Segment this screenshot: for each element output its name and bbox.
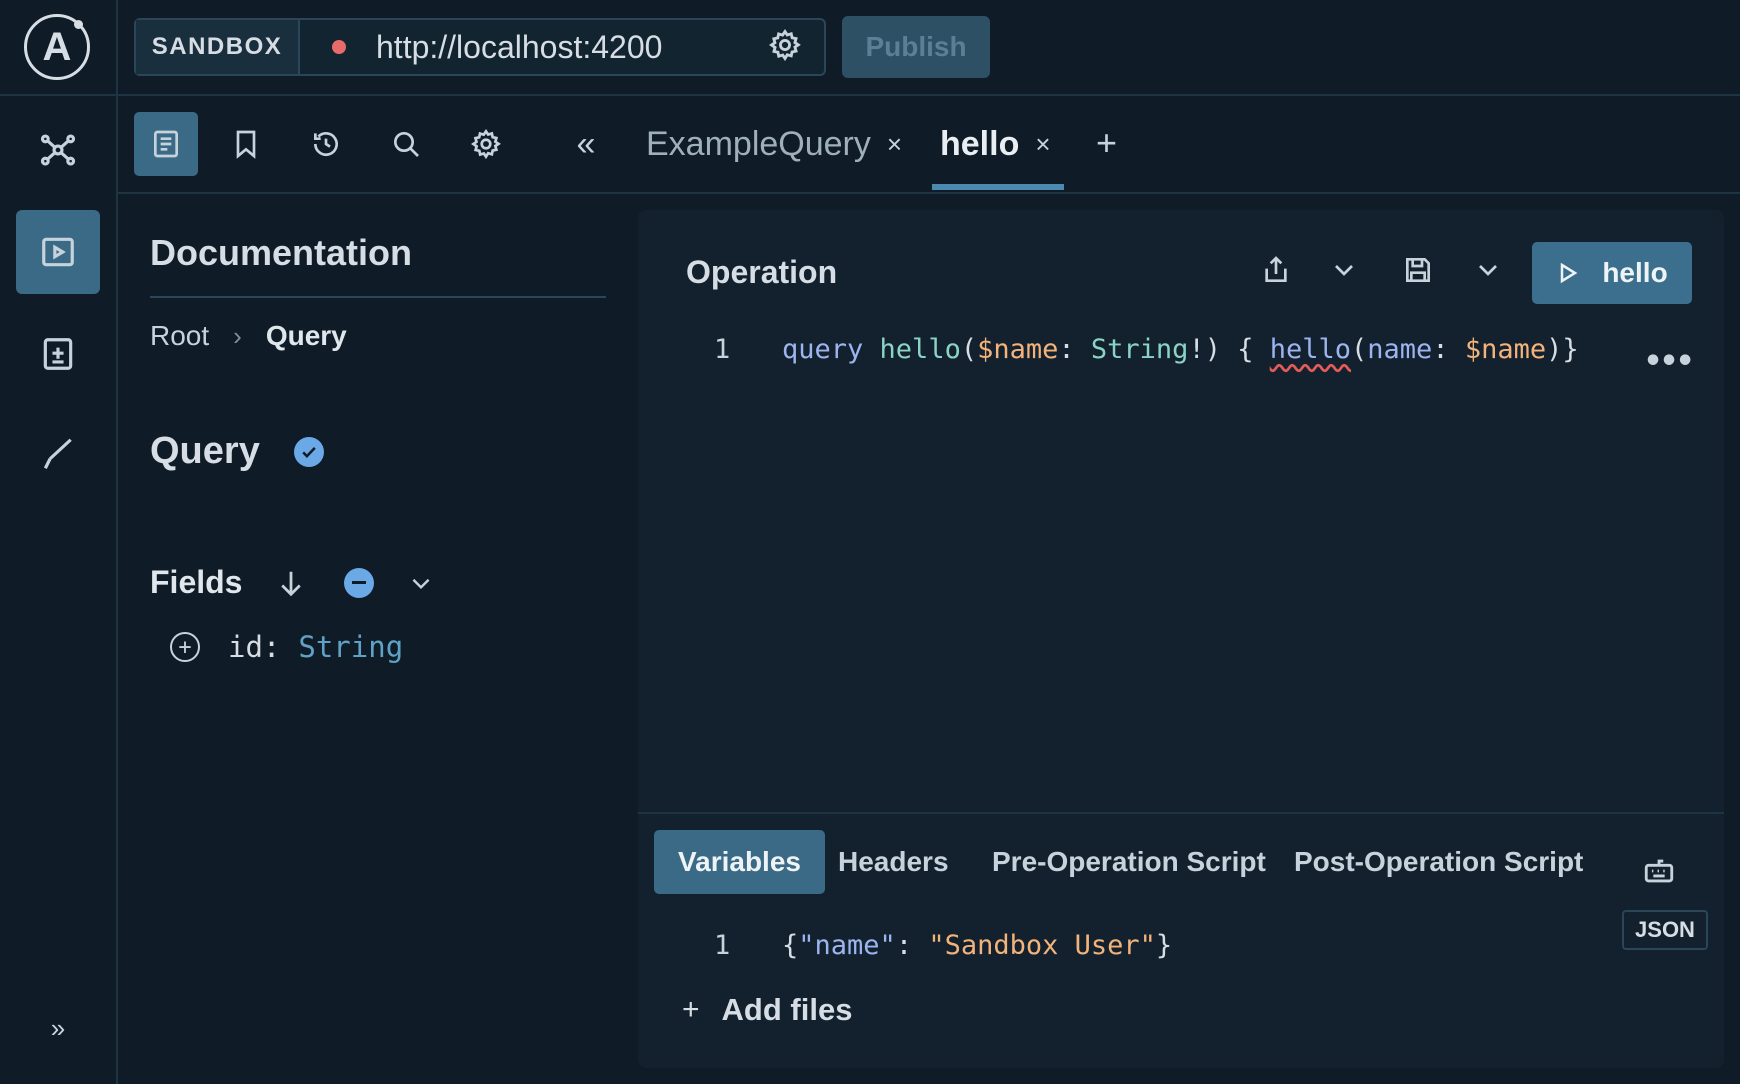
documentation-button[interactable]	[134, 112, 198, 176]
breadcrumb: Root › Query	[150, 320, 347, 352]
fields-label: Fields	[150, 564, 243, 600]
new-tab-button[interactable]: +	[1096, 122, 1117, 164]
explorer-play-icon	[42, 237, 74, 267]
divider	[150, 296, 606, 298]
active-tab-indicator	[932, 184, 1064, 190]
variables-editor[interactable]: {"name": "Sandbox User"}	[782, 930, 1172, 961]
share-chevron-down-icon[interactable]	[1328, 254, 1364, 290]
field-type[interactable]: String	[298, 630, 403, 664]
code-line: query hello($name: String!) { hello(name…	[782, 334, 1579, 365]
checkmark-icon	[43, 438, 72, 469]
tab-label: ExampleQuery	[646, 124, 871, 163]
chevron-down-icon[interactable]	[408, 570, 434, 596]
history-icon	[314, 132, 338, 156]
rail-checks-button[interactable]	[16, 312, 100, 396]
add-files-button[interactable]: + Add files	[682, 992, 852, 1028]
operation-panel: Operation hello 1 query hello($name: Str…	[638, 210, 1724, 1068]
history-button[interactable]	[294, 112, 358, 176]
tool-row: « ExampleQuery × hello × +	[118, 96, 1740, 194]
sandbox-mode-label[interactable]: SANDBOX	[136, 20, 300, 74]
tab-variables[interactable]: Variables	[654, 830, 825, 894]
run-operation-button[interactable]: hello	[1532, 242, 1692, 304]
add-field-icon[interactable]: +	[170, 632, 200, 662]
panel-title: Documentation	[150, 232, 413, 273]
tab-examplequery[interactable]: ExampleQuery ×	[646, 96, 902, 192]
field-name: id:	[228, 630, 281, 664]
settings-icon	[470, 128, 501, 160]
operation-editor[interactable]: 1 query hello($name: String!) { hello(na…	[638, 334, 1724, 883]
rail-launches-button[interactable]	[16, 412, 100, 496]
documentation-icon	[154, 130, 178, 158]
rail-divider	[0, 94, 118, 96]
documentation-panel: Documentation Root › Query Query Fields …	[118, 194, 638, 1084]
share-icon[interactable]	[1260, 254, 1296, 290]
verified-check-icon	[293, 436, 324, 467]
top-bar: SANDBOX http://localhost:4200 Publish	[118, 0, 1740, 96]
settings-button[interactable]	[454, 112, 518, 176]
divider	[638, 812, 1724, 814]
play-icon	[1561, 262, 1578, 284]
plus-icon: +	[682, 993, 700, 1026]
search-button[interactable]	[374, 112, 438, 176]
chevron-right-icon: ›	[233, 320, 242, 351]
collapse-panel-icon[interactable]: «	[554, 112, 618, 176]
expand-rail-icon[interactable]: »	[40, 1010, 76, 1046]
bookmark-icon	[236, 130, 256, 159]
tab-hello[interactable]: hello ×	[940, 96, 1051, 192]
close-tab-icon[interactable]: ×	[887, 129, 902, 160]
left-rail: A »	[0, 0, 118, 1084]
endpoint-url-input[interactable]: http://localhost:4200	[376, 29, 768, 66]
connection-status-dot	[332, 40, 346, 54]
add-files-label: Add files	[721, 992, 853, 1027]
save-icon[interactable]	[1402, 254, 1438, 290]
run-label: hello	[1602, 257, 1668, 288]
tab-headers[interactable]: Headers	[814, 830, 973, 894]
fields-header: Fields	[150, 564, 434, 601]
close-tab-icon[interactable]: ×	[1035, 129, 1050, 160]
checks-add-icon	[43, 338, 73, 370]
line-number: 1	[714, 334, 731, 365]
tab-label: hello	[940, 124, 1020, 163]
breadcrumb-current: Query	[265, 320, 347, 351]
type-name: Query	[150, 430, 260, 472]
json-format-badge[interactable]: JSON	[1622, 910, 1708, 950]
operation-title: Operation	[686, 254, 838, 290]
type-title: Query	[150, 430, 324, 473]
search-icon	[394, 132, 419, 157]
endpoint-bar: SANDBOX http://localhost:4200	[134, 18, 826, 76]
gear-icon	[769, 28, 801, 61]
tab-post-operation-script[interactable]: Post-Operation Script	[1270, 830, 1607, 894]
apollo-logo-icon[interactable]: A	[24, 14, 90, 80]
tab-pre-operation-script[interactable]: Pre-Operation Script	[968, 830, 1290, 894]
field-row: + id: String	[170, 630, 403, 664]
rail-explorer-button[interactable]	[16, 210, 100, 294]
schema-icon	[40, 134, 76, 166]
publish-button[interactable]: Publish	[842, 16, 990, 78]
line-number: 1	[714, 930, 731, 961]
remove-all-fields-icon[interactable]	[344, 567, 375, 598]
sort-arrow-down-icon[interactable]	[276, 568, 306, 598]
save-chevron-down-icon[interactable]	[1472, 254, 1508, 290]
keyboard-shortcuts-icon[interactable]	[1642, 854, 1676, 892]
rail-schema-button[interactable]	[16, 108, 100, 192]
more-options-icon[interactable]: •••	[1644, 344, 1694, 379]
breadcrumb-root[interactable]: Root	[150, 320, 209, 352]
bookmark-button[interactable]	[214, 112, 278, 176]
connection-settings-button[interactable]	[768, 28, 808, 67]
